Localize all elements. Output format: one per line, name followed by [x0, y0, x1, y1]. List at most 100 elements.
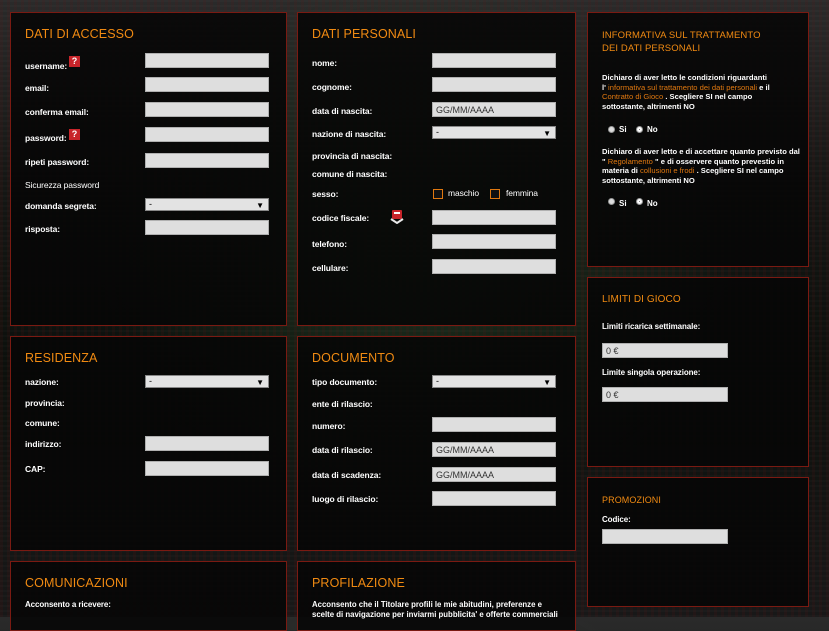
comune-label: comune:: [25, 418, 60, 428]
data-nascita-label: data di nascita:: [312, 106, 373, 116]
promozioni-panel: PROMOZIONI Codice:: [587, 477, 809, 607]
indirizzo-label: indirizzo:: [25, 439, 62, 449]
maschio-checkbox[interactable]: [433, 189, 443, 199]
nome-input[interactable]: [432, 53, 556, 68]
nazione-nascita-label: nazione di nascita:: [312, 129, 387, 139]
documento-panel: DOCUMENTO tipo documento: - ▼ ente di ri…: [297, 336, 576, 551]
sicurezza-label: Sicurezza password: [25, 180, 100, 190]
telefono-label: telefono:: [312, 239, 347, 249]
calculator-icon[interactable]: [390, 210, 404, 225]
luogo-rilascio-label: luogo di rilascio:: [312, 494, 379, 504]
limiti-panel: LIMITI DI GIOCO Limiti ricarica settiman…: [587, 277, 809, 467]
domanda-select[interactable]: - ▼: [145, 198, 269, 211]
informativa-paragraph-1: Dichiaro di aver letto le condizioni rig…: [602, 73, 770, 111]
indirizzo-input[interactable]: [145, 436, 269, 451]
codice-fiscale-input[interactable]: [432, 210, 556, 225]
chevron-down-icon: ▼: [256, 201, 264, 210]
personali-panel: DATI PERSONALI nome: cognome: data di na…: [297, 12, 576, 326]
email-input[interactable]: [145, 77, 269, 92]
limite-singola-label: Limite singola operazione:: [602, 368, 701, 377]
data-scadenza-input[interactable]: GG/MM/AAAA: [432, 467, 556, 482]
sesso-label: sesso:: [312, 189, 339, 199]
provincia-nascita-label: provincia di nascita:: [312, 151, 393, 161]
email-label: email:: [25, 83, 49, 93]
cellulare-input[interactable]: [432, 259, 556, 274]
username-input[interactable]: [145, 53, 269, 68]
provincia-label: provincia:: [25, 398, 65, 408]
comunicazioni-title: COMUNICAZIONI: [25, 576, 128, 590]
cap-label: CAP:: [25, 464, 46, 474]
limiti-title: LIMITI DI GIOCO: [602, 294, 681, 305]
accesso-title: DATI DI ACCESSO: [25, 27, 134, 41]
limite-singola-input[interactable]: 0 €: [602, 387, 728, 402]
data-scadenza-label: data di scadenza:: [312, 470, 382, 480]
data-rilascio-input[interactable]: GG/MM/AAAA: [432, 442, 556, 457]
maschio-label: maschio: [448, 188, 479, 198]
data-nascita-input[interactable]: GG/MM/AAAA: [432, 102, 556, 117]
username-help-icon[interactable]: ?: [69, 56, 80, 67]
username-label: username:: [25, 61, 68, 71]
informativa-si-radio[interactable]: [608, 126, 615, 133]
chevron-down-icon: ▼: [543, 378, 551, 387]
contratto-link[interactable]: Contratto di Gioco: [602, 92, 663, 101]
regolamento-si-label: Si: [619, 199, 627, 208]
risposta-label: risposta:: [25, 224, 60, 234]
nome-label: nome:: [312, 58, 338, 68]
profilazione-panel: PROFILAZIONE Acconsento che il Titolare …: [297, 561, 576, 631]
tipo-documento-select[interactable]: - ▼: [432, 375, 556, 388]
ente-rilascio-label: ente di rilascio:: [312, 399, 373, 409]
informativa-link[interactable]: informativa sul trattamento dei dati per…: [608, 83, 757, 92]
domanda-label: domanda segreta:: [25, 201, 97, 211]
nazione-value: -: [149, 376, 152, 386]
regolamento-link[interactable]: Regolamento: [608, 157, 653, 166]
chevron-down-icon: ▼: [543, 129, 551, 138]
cognome-label: cognome:: [312, 82, 352, 92]
data-rilascio-label: data di rilascio:: [312, 445, 373, 455]
luogo-rilascio-input[interactable]: [432, 491, 556, 506]
comunicazioni-panel: COMUNICAZIONI Acconsento a ricevere:: [10, 561, 287, 631]
femmina-checkbox[interactable]: [490, 189, 500, 199]
risposta-input[interactable]: [145, 220, 269, 235]
codice-fiscale-label: codice fiscale:: [312, 213, 370, 223]
collusioni-link[interactable]: collusioni e frodi: [640, 166, 694, 175]
domanda-value: -: [149, 199, 152, 209]
tipo-documento-label: tipo documento:: [312, 377, 378, 387]
nazione-label: nazione:: [25, 377, 59, 387]
telefono-input[interactable]: [432, 234, 556, 249]
codice-label: Codice:: [602, 515, 631, 524]
comunicazioni-text: Acconsento a ricevere:: [25, 600, 111, 609]
conferma-email-input[interactable]: [145, 102, 269, 117]
numero-label: numero:: [312, 421, 346, 431]
codice-promo-input[interactable]: [602, 529, 728, 544]
password-input[interactable]: [145, 127, 269, 142]
informativa-panel: INFORMATIVA SUL TRATTAMENTO DEI DATI PER…: [587, 12, 809, 267]
informativa-title-1: INFORMATIVA SUL TRATTAMENTO: [602, 30, 761, 41]
tipo-documento-value: -: [436, 376, 439, 386]
femmina-label: femmina: [506, 188, 538, 198]
numero-input[interactable]: [432, 417, 556, 432]
accesso-panel: DATI DI ACCESSO username: ? email: confe…: [10, 12, 287, 326]
regolamento-paragraph: Dichiaro di aver letto e di accettare qu…: [602, 147, 800, 185]
regolamento-si-radio[interactable]: [608, 198, 615, 205]
profilazione-title: PROFILAZIONE: [312, 576, 405, 590]
regolamento-no-radio[interactable]: [636, 198, 643, 205]
limite-settimanale-label: Limiti ricarica settimanale:: [602, 322, 701, 331]
nazione-nascita-select[interactable]: - ▼: [432, 126, 556, 139]
ripeti-password-input[interactable]: [145, 153, 269, 168]
profilazione-text: Acconsento che il Titolare profili le mi…: [312, 600, 558, 619]
chevron-down-icon: ▼: [256, 378, 264, 387]
cognome-input[interactable]: [432, 77, 556, 92]
limite-settimanale-input[interactable]: 0 €: [602, 343, 728, 358]
personali-title: DATI PERSONALI: [312, 27, 416, 41]
cellulare-label: cellulare:: [312, 263, 349, 273]
informativa-no-radio[interactable]: [636, 126, 643, 133]
ripeti-password-label: ripeti password:: [25, 157, 90, 167]
conferma-email-label: conferma email:: [25, 107, 89, 117]
password-label: password:: [25, 133, 67, 143]
informativa-title-2: DEI DATI PERSONALI: [602, 43, 701, 54]
cap-input[interactable]: [145, 461, 269, 476]
nazione-nascita-value: -: [436, 127, 439, 137]
password-help-icon[interactable]: ?: [69, 129, 80, 140]
residenza-title: RESIDENZA: [25, 351, 98, 365]
nazione-select[interactable]: - ▼: [145, 375, 269, 388]
